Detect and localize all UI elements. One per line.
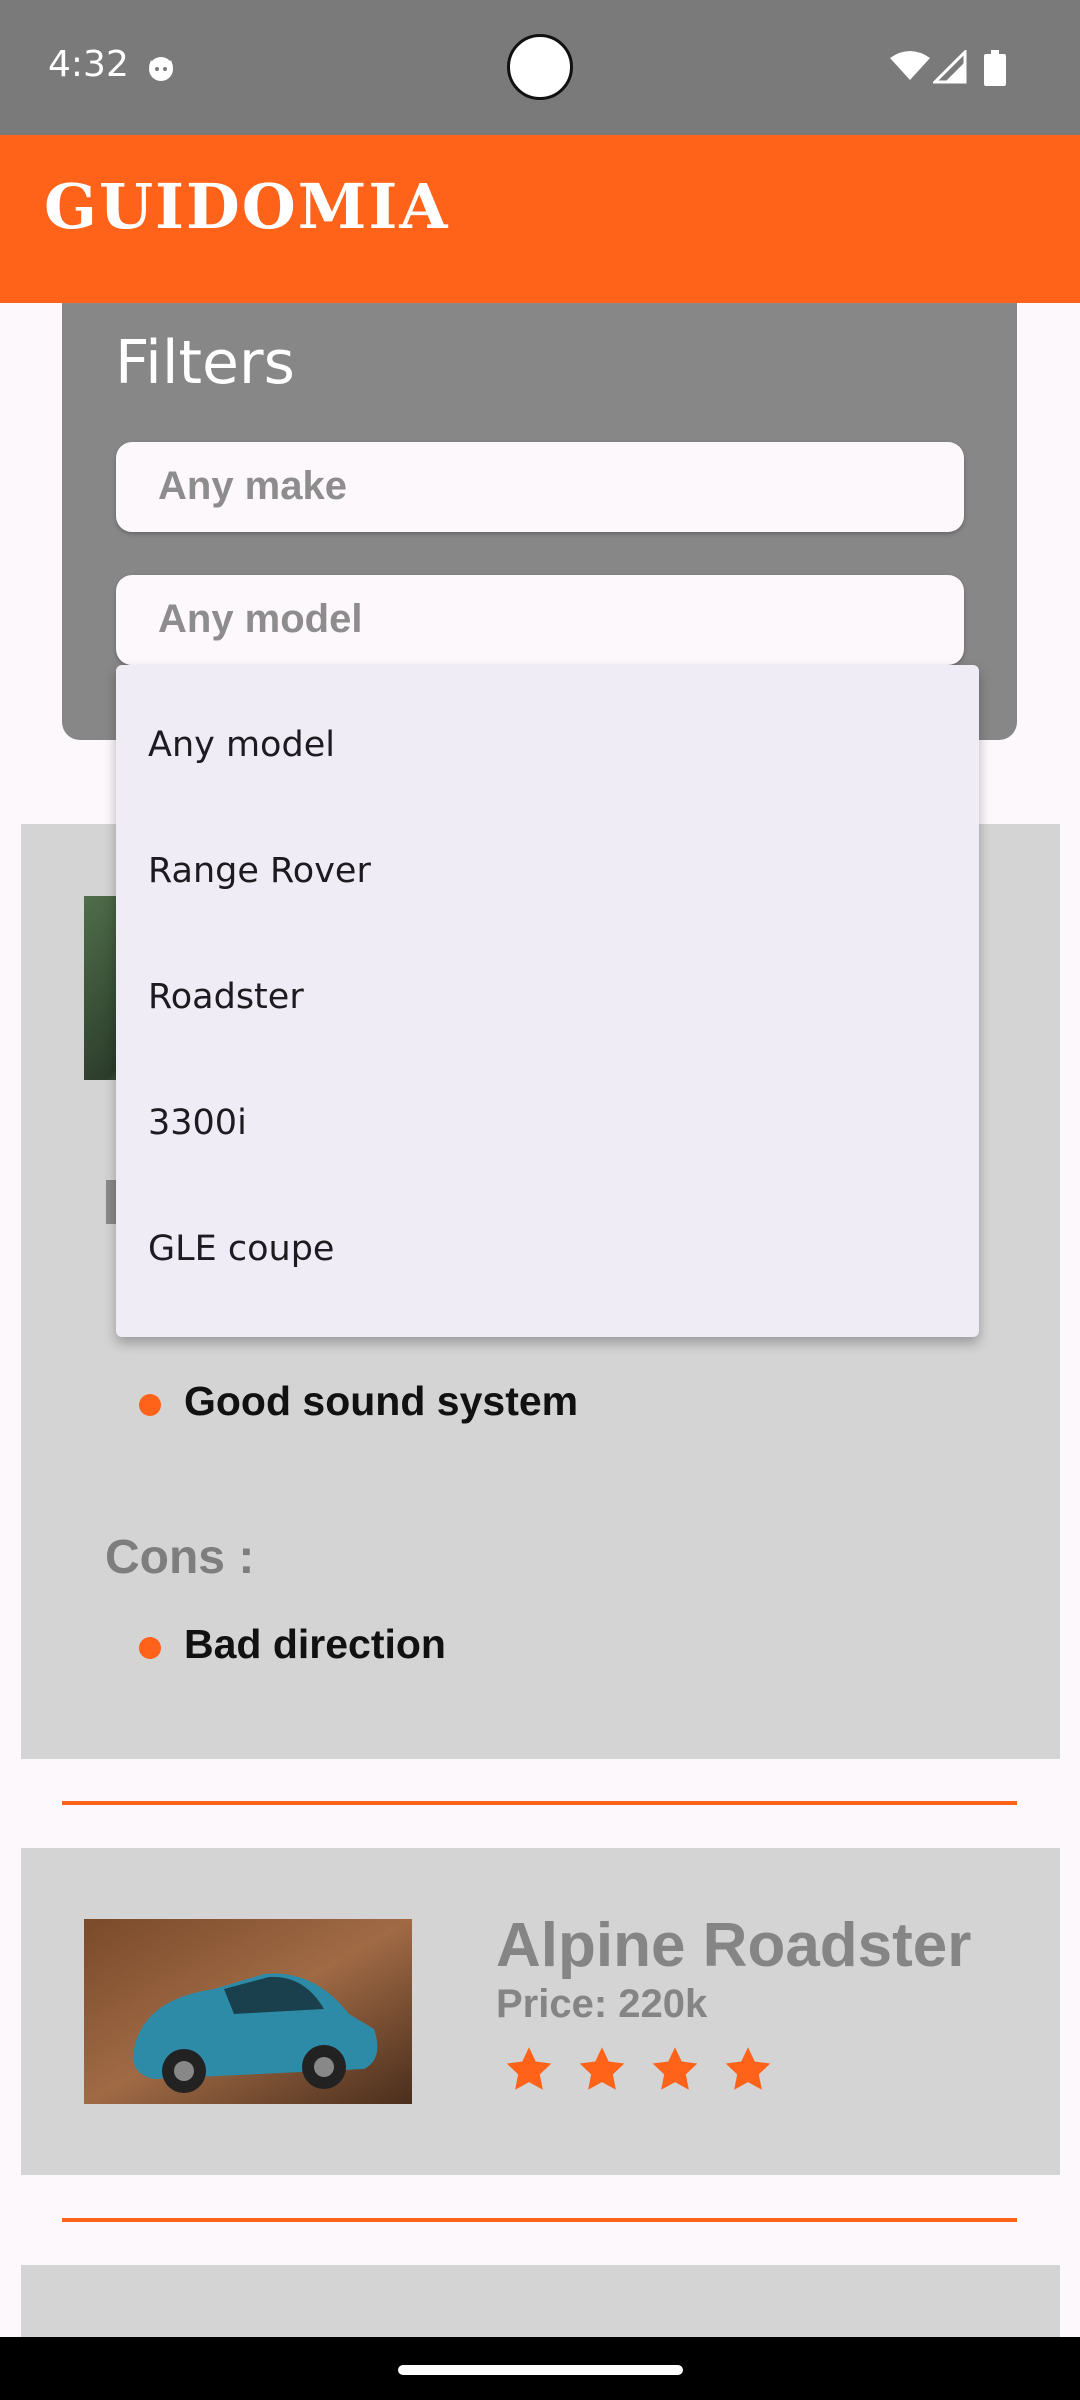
star-icon — [652, 2047, 698, 2090]
pros-item: Good sound system — [184, 1378, 579, 1424]
star-rating — [503, 2044, 774, 2096]
front-camera — [507, 34, 573, 100]
dropdown-option-gle-coupe[interactable]: GLE coupe — [148, 1229, 334, 1269]
bullet-icon — [139, 1637, 161, 1659]
car-name: Alpine Roadster — [496, 1911, 972, 1980]
car-price: Price: 220k — [496, 1982, 708, 2026]
star-icon — [725, 2047, 771, 2090]
car-image — [84, 1919, 412, 2104]
filters-title: Filters — [115, 328, 295, 398]
cons-item: Bad direction — [184, 1621, 446, 1667]
dropdown-option-roadster[interactable]: Roadster — [148, 977, 304, 1017]
dropdown-option-range-rover[interactable]: Range Rover — [148, 851, 371, 891]
model-dropdown-menu: Any model Range Rover Roadster 3300i GLE… — [116, 665, 979, 1337]
model-filter-placeholder: Any model — [158, 597, 363, 641]
dropdown-option-3300i[interactable]: 3300i — [148, 1103, 247, 1143]
dropdown-option-any-model[interactable]: Any model — [148, 725, 335, 765]
star-icon — [506, 2047, 552, 2090]
battery-icon — [984, 50, 1006, 86]
make-filter-placeholder: Any make — [158, 464, 347, 508]
star-icon — [579, 2047, 625, 2090]
cat-notification-icon — [149, 57, 173, 81]
divider — [62, 2218, 1017, 2222]
divider — [62, 1801, 1017, 1805]
bullet-icon — [139, 1394, 161, 1416]
app-title: GUIDOMIA — [44, 170, 450, 243]
home-gesture-handle[interactable] — [398, 2365, 683, 2375]
cons-label: Cons : — [105, 1531, 255, 1584]
signal-icon — [933, 50, 967, 84]
wifi-icon — [890, 51, 930, 80]
status-time: 4:32 — [48, 44, 129, 85]
make-filter-field[interactable]: Any make — [116, 442, 964, 532]
model-filter-field[interactable]: Any model — [116, 575, 964, 665]
